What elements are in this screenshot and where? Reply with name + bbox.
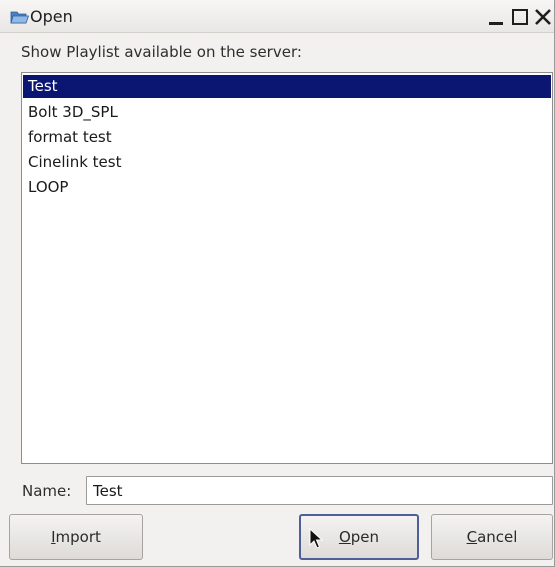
cancel-mnemonic: C	[466, 528, 478, 546]
list-item[interactable]: Test	[23, 75, 551, 98]
name-label: Name:	[22, 482, 72, 500]
import-label: mport	[55, 528, 101, 546]
cancel-label: ancel	[477, 528, 518, 546]
playlist-list[interactable]: Test Bolt 3D_SPL format test Cinelink te…	[21, 72, 553, 464]
close-icon[interactable]	[533, 7, 553, 27]
list-item[interactable]: Cinelink test	[23, 150, 551, 175]
open-mnemonic: O	[338, 528, 351, 546]
maximize-icon[interactable]	[510, 7, 530, 27]
title-bar[interactable]: Open	[0, 0, 554, 33]
list-item[interactable]: format test	[23, 125, 551, 150]
mouse-pointer-icon	[309, 528, 323, 549]
minimize-icon[interactable]	[486, 7, 506, 27]
open-folder-icon	[10, 11, 29, 24]
name-field[interactable]	[86, 476, 553, 505]
import-button[interactable]: Import	[9, 514, 143, 560]
list-item[interactable]: Bolt 3D_SPL	[23, 100, 551, 125]
open-dialog: Open Show Playlist available on the serv…	[0, 0, 555, 567]
window-title: Open	[30, 7, 73, 26]
list-item[interactable]: LOOP	[23, 175, 551, 200]
playlist-prompt: Show Playlist available on the server:	[21, 43, 302, 61]
open-label: pen	[350, 528, 380, 546]
cancel-button[interactable]: Cancel	[431, 514, 553, 560]
